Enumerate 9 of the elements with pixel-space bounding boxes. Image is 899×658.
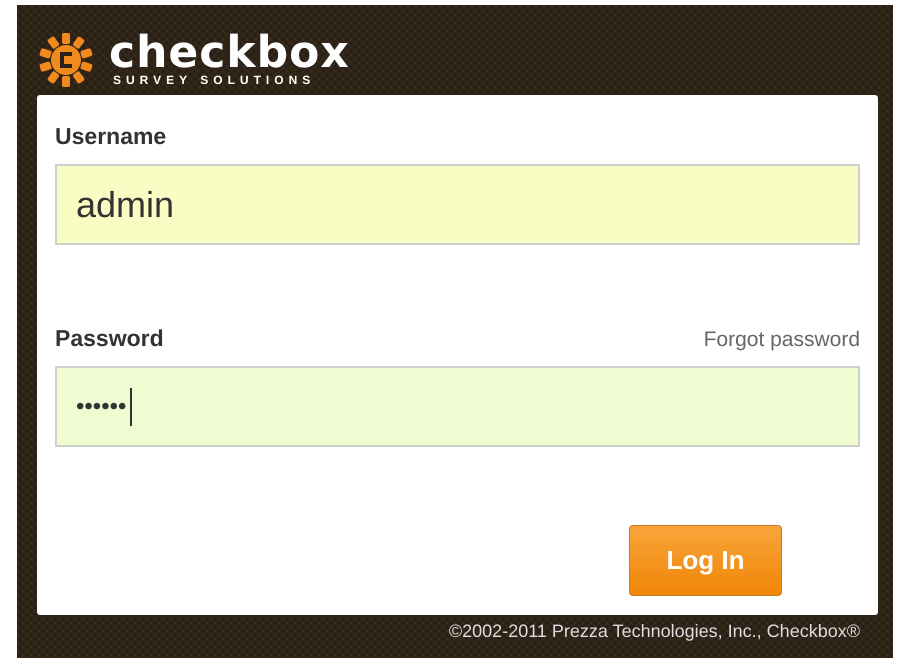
logo-icon [37, 31, 95, 89]
input-field[interactable]: admin [55, 164, 860, 245]
input-field[interactable]: •••••• [55, 366, 860, 447]
brand-name: checkbox [109, 33, 350, 73]
brand-tagline: SURVEY SOLUTIONS [113, 73, 316, 87]
copyright-text: ©2002-2011 Prezza Technologies, Inc., Checkbox® [448, 621, 860, 642]
field-label: Password [55, 325, 164, 352]
forgot-password-link[interactable]: Forgot password [704, 328, 860, 352]
field-label: Username [55, 123, 166, 150]
